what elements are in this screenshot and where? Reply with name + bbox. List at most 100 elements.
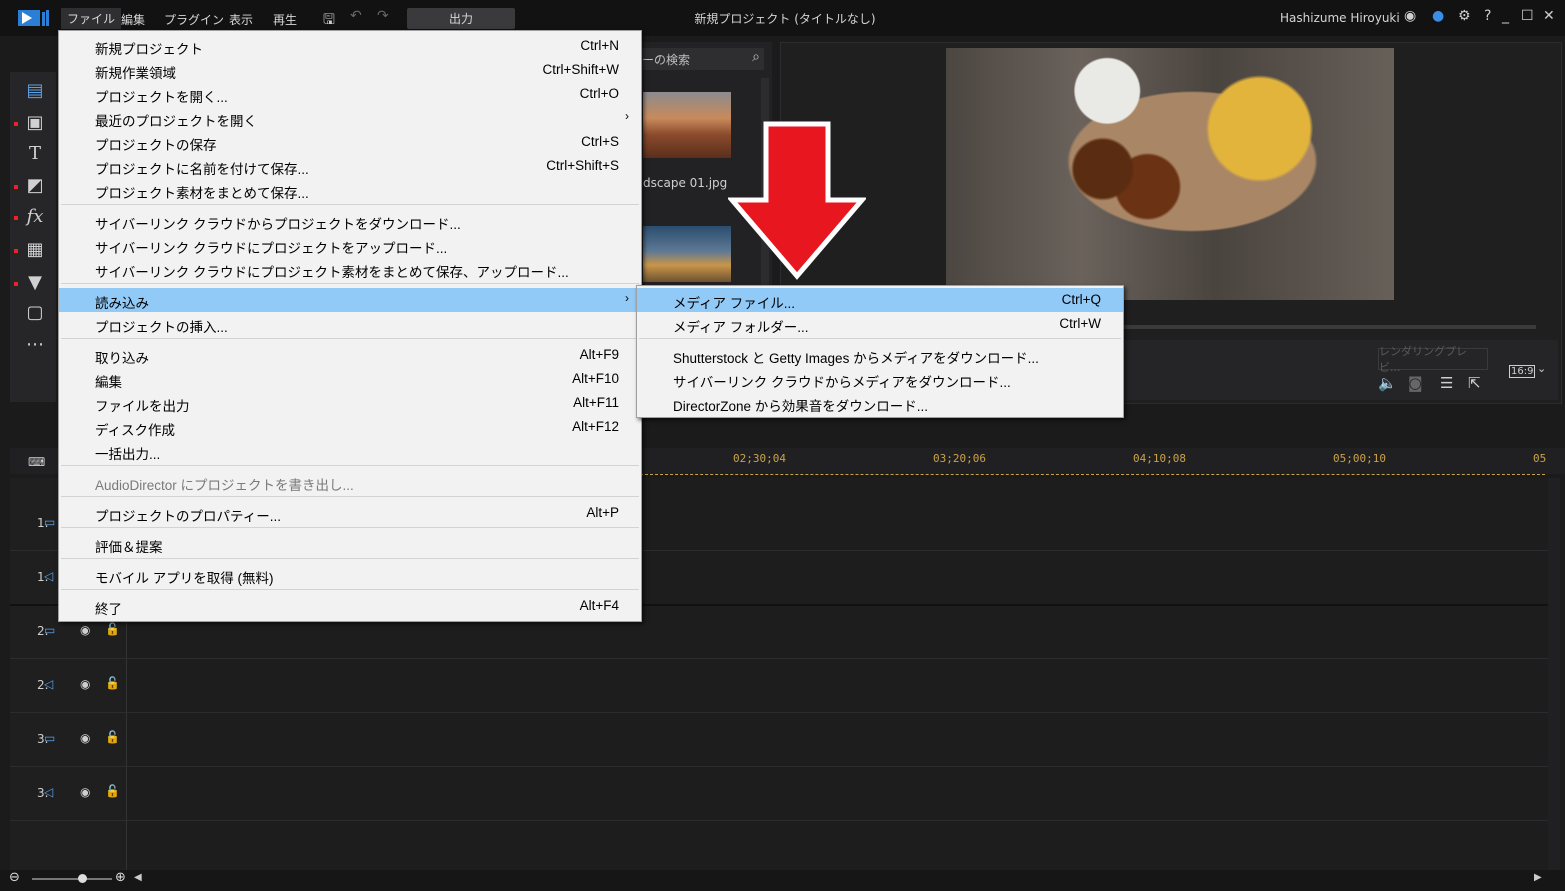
- menu-item-produce[interactable]: ファイルを出力 Alt+F11: [59, 391, 641, 415]
- video-track-icon: ▭: [44, 623, 56, 637]
- scroll-left-icon[interactable]: ◀: [134, 872, 142, 883]
- chevron-down-icon[interactable]: ⌄: [1537, 362, 1546, 375]
- zoom-out-icon[interactable]: ⊖: [9, 870, 20, 885]
- zoom-in-icon[interactable]: ⊕: [115, 870, 126, 885]
- media-thumbnail[interactable]: [643, 92, 731, 158]
- menu-item-label: DirectorZone から効果音をダウンロード...: [673, 399, 929, 414]
- library-search-input[interactable]: ーの検索 ⌕: [640, 48, 764, 70]
- export-tab[interactable]: 出力: [407, 8, 515, 29]
- volume-icon[interactable]: 🔈: [1378, 374, 1397, 392]
- menu-item-label: 読み込み: [95, 296, 149, 311]
- account-icon[interactable]: ◉: [1404, 8, 1416, 24]
- menu-item-properties[interactable]: プロジェクトのプロパティー... Alt+P: [59, 501, 641, 525]
- menu-item-cloud-upload[interactable]: サイバーリンク クラウドにプロジェクトをアップロード...: [59, 233, 641, 257]
- menu-file[interactable]: ファイル: [61, 8, 122, 29]
- menu-item-pack-save[interactable]: プロジェクト素材をまとめて保存...: [59, 178, 641, 202]
- lock-icon[interactable]: 🔓: [105, 784, 120, 798]
- menu-item-recent-projects[interactable]: 最近のプロジェクトを開く ›: [59, 106, 641, 130]
- menu-item-shortcut: Ctrl+Shift+S: [546, 158, 619, 173]
- menu-item-capture[interactable]: 取り込み Alt+F9: [59, 343, 641, 367]
- minimize-icon[interactable]: _: [1502, 8, 1509, 24]
- menu-item-batch[interactable]: 一括出力...: [59, 439, 641, 463]
- gear-icon[interactable]: ⚙: [1458, 8, 1471, 24]
- menu-item-shortcut: Alt+F12: [572, 419, 619, 434]
- timeline-vertical-scrollbar[interactable]: [1548, 478, 1560, 870]
- menu-item-cloud-download[interactable]: サイバーリンク クラウドからプロジェクトをダウンロード...: [59, 209, 641, 233]
- close-icon[interactable]: ✕: [1543, 8, 1555, 24]
- media-thumbnail[interactable]: [643, 226, 731, 282]
- snapshot-icon[interactable]: ◙: [1408, 374, 1423, 392]
- menu-item-shortcut: Alt+F10: [572, 371, 619, 386]
- window-title: 新規プロジェクト (タイトルなし): [694, 12, 876, 26]
- menu-item-rate[interactable]: 評価＆提案: [59, 532, 641, 556]
- menu-item-label: サイバーリンク クラウドにプロジェクト素材をまとめて保存、アップロード...: [95, 265, 569, 280]
- track-manager-icon[interactable]: ⌨: [28, 455, 45, 469]
- menu-item-cloud-media[interactable]: サイバーリンク クラウドからメディアをダウンロード...: [637, 367, 1123, 391]
- pip-room-icon[interactable]: ▦: [22, 239, 48, 260]
- file-menu: 新規プロジェクト Ctrl+N 新規作業領域 Ctrl+Shift+W プロジェクト…: [58, 30, 642, 622]
- template-room-icon[interactable]: ▣: [22, 112, 48, 133]
- preview-scrubber[interactable]: [1120, 325, 1536, 329]
- menu-item-disc[interactable]: ディスク作成 Alt+F12: [59, 415, 641, 439]
- menu-item-directorzone[interactable]: DirectorZone から効果音をダウンロード...: [637, 391, 1123, 415]
- menu-item-mobile[interactable]: モバイル アプリを取得 (無料): [59, 563, 641, 587]
- menu-item-save-as[interactable]: プロジェクトに名前を付けて保存... Ctrl+Shift+S: [59, 154, 641, 178]
- menu-item-media-file[interactable]: メディア ファイル... Ctrl+Q: [637, 288, 1123, 312]
- menu-item-label: プロジェクトの保存: [95, 138, 217, 153]
- lock-icon[interactable]: 🔓: [105, 622, 120, 636]
- undo-icon[interactable]: ↶: [350, 8, 362, 24]
- eye-icon[interactable]: ◉: [80, 623, 90, 637]
- track-row[interactable]: 3. ▭ ◉ 🔓: [10, 712, 1550, 767]
- zoom-slider[interactable]: [32, 878, 112, 880]
- menu-item-media-folder[interactable]: メディア フォルダー... Ctrl+W: [637, 312, 1123, 336]
- notification-icon[interactable]: ●: [1432, 8, 1444, 24]
- aspect-ratio-selector[interactable]: 16:9: [1509, 365, 1536, 378]
- fx-room-icon[interactable]: fx: [22, 206, 48, 227]
- menu-view[interactable]: 表示: [229, 11, 253, 28]
- user-name[interactable]: Hashizume Hiroyuki: [1280, 11, 1400, 25]
- menu-playback[interactable]: 再生: [273, 11, 297, 28]
- lock-icon[interactable]: 🔓: [105, 730, 120, 744]
- menu-item-new-workspace[interactable]: 新規作業領域 Ctrl+Shift+W: [59, 58, 641, 82]
- track-row[interactable]: 2. ◁ ◉ 🔓: [10, 658, 1550, 713]
- track-row[interactable]: 3. ◁ ◉ 🔓: [10, 766, 1550, 821]
- search-icon[interactable]: ⌕: [752, 49, 760, 65]
- title-room-icon[interactable]: T: [22, 143, 48, 164]
- particle-room-icon[interactable]: ▼: [22, 272, 48, 293]
- menu-item-shortcut: Ctrl+Shift+W: [542, 62, 619, 77]
- menu-item-label: プロジェクトのプロパティー...: [95, 509, 281, 524]
- render-preview-button[interactable]: レンダリングプレビ...: [1378, 345, 1488, 374]
- more-icon[interactable]: ⋯: [22, 334, 48, 355]
- menu-edit[interactable]: 編集: [121, 11, 145, 28]
- new-indicator-dot: [14, 216, 18, 220]
- menu-item-label: Shutterstock と Getty Images からメディアをダウンロー…: [673, 351, 1039, 366]
- transition-room-icon[interactable]: ◩: [22, 175, 48, 196]
- subtitle-toggle-icon[interactable]: ☰: [1440, 374, 1453, 392]
- scroll-right-icon[interactable]: ▶: [1534, 872, 1542, 883]
- menu-item-shortcut: Alt+F9: [579, 347, 619, 362]
- redo-icon[interactable]: ↷: [377, 8, 389, 24]
- eye-icon[interactable]: ◉: [80, 785, 90, 799]
- help-icon[interactable]: ?: [1484, 8, 1491, 24]
- zoom-slider-thumb[interactable]: [78, 874, 87, 883]
- menu-item-label: ファイルを出力: [95, 399, 190, 414]
- lock-icon[interactable]: 🔓: [105, 676, 120, 690]
- menu-item-exit[interactable]: 終了 Alt+F4: [59, 594, 641, 618]
- menu-item-import[interactable]: 読み込み ›: [59, 288, 641, 312]
- eye-icon[interactable]: ◉: [80, 677, 90, 691]
- menu-item-open-project[interactable]: プロジェクトを開く... Ctrl+O: [59, 82, 641, 106]
- menu-item-new-project[interactable]: 新規プロジェクト Ctrl+N: [59, 34, 641, 58]
- media-room-icon[interactable]: ▤: [22, 80, 48, 101]
- eye-icon[interactable]: ◉: [80, 731, 90, 745]
- subtitle-room-icon[interactable]: ▢: [22, 302, 48, 323]
- menu-plugins[interactable]: プラグイン: [164, 11, 224, 28]
- maximize-icon[interactable]: ☐: [1521, 8, 1534, 24]
- timecode-label: 02;30;04: [733, 452, 786, 465]
- menu-item-shutterstock[interactable]: Shutterstock と Getty Images からメディアをダウンロー…: [637, 343, 1123, 367]
- menu-item-insert-project[interactable]: プロジェクトの挿入...: [59, 312, 641, 336]
- menu-item-cloud-pack-upload[interactable]: サイバーリンク クラウドにプロジェクト素材をまとめて保存、アップロード...: [59, 257, 641, 281]
- undock-icon[interactable]: ⇱: [1468, 374, 1481, 392]
- menu-item-edit[interactable]: 編集 Alt+F10: [59, 367, 641, 391]
- menu-item-save-project[interactable]: プロジェクトの保存 Ctrl+S: [59, 130, 641, 154]
- timecode-label: 04;10;08: [1133, 452, 1186, 465]
